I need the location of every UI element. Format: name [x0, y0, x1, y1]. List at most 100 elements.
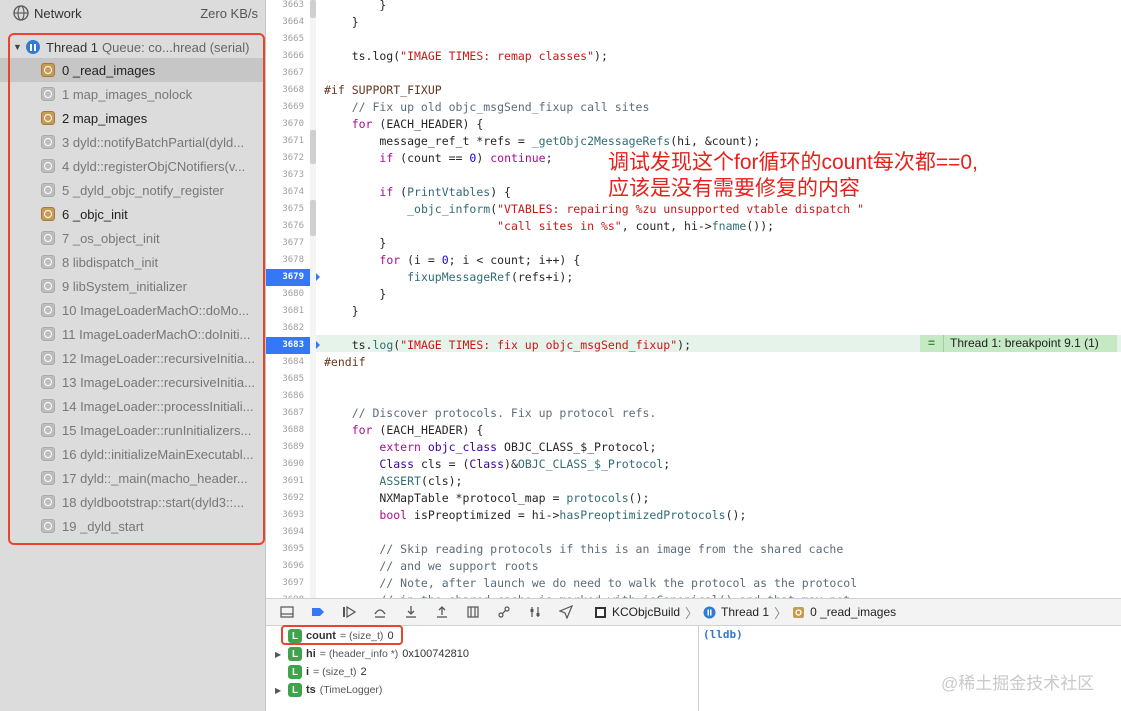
line-number[interactable]: 3685: [266, 371, 304, 388]
code-line[interactable]: }: [324, 0, 386, 14]
line-number-gutter[interactable]: 3663 3664 3665 3666 3667 3668 3669 3670 3671 3672…: [266, 0, 320, 598]
line-number[interactable]: 3667: [266, 65, 304, 82]
view-hierarchy-button[interactable]: [462, 603, 484, 621]
line-number[interactable]: 3695: [266, 541, 304, 558]
code-line[interactable]: extern objc_class OBJC_CLASS_$_Protocol;: [324, 439, 656, 456]
line-number[interactable]: 3666: [266, 48, 304, 65]
line-number[interactable]: 3688: [266, 422, 304, 439]
breakpoint-line-number[interactable]: 3679: [266, 269, 320, 286]
code-line[interactable]: for (EACH_HEADER) {: [324, 422, 484, 439]
code-line[interactable]: NXMapTable *protocol_map = protocols();: [324, 490, 649, 507]
line-number[interactable]: 3664: [266, 14, 304, 31]
code-token: "IMAGE TIMES: fix up objc_msgSend_fixup": [400, 338, 678, 352]
line-number[interactable]: 3682: [266, 320, 304, 337]
code-line[interactable]: }: [324, 286, 386, 303]
code-token: ();: [628, 491, 650, 505]
line-number[interactable]: 3668: [266, 82, 304, 99]
line-number[interactable]: 3675: [266, 201, 304, 218]
code-line[interactable]: if (PrintVtables) {: [324, 184, 511, 201]
line-number[interactable]: 3673: [266, 167, 304, 184]
disclosure-triangle-icon[interactable]: ▶: [275, 686, 285, 695]
code-line[interactable]: ts.log("IMAGE TIMES: remap classes");: [324, 48, 608, 65]
code-token: for: [351, 423, 373, 437]
line-number[interactable]: 3686: [266, 388, 304, 405]
code-token: }: [324, 236, 387, 250]
breadcrumb-project[interactable]: KCObjcBuild: [612, 605, 680, 619]
location-arrow-icon: [559, 605, 573, 619]
step-out-button[interactable]: [431, 603, 453, 621]
line-number[interactable]: 3692: [266, 490, 304, 507]
line-number[interactable]: 3693: [266, 507, 304, 524]
code-line[interactable]: }: [324, 303, 359, 320]
source-editor[interactable]: 3663 3664 3665 3666 3667 3668 3669 3670 3671 3672…: [266, 0, 1121, 598]
line-number[interactable]: 3697: [266, 575, 304, 592]
line-number[interactable]: 3670: [266, 116, 304, 133]
memory-graph-button[interactable]: [493, 603, 515, 621]
code-line[interactable]: #if SUPPORT_FIXUP: [324, 82, 442, 99]
code-line[interactable]: message_ref_t *refs = _getObjc2MessageRe…: [324, 133, 760, 150]
line-number[interactable]: 3694: [266, 524, 304, 541]
variable-type: = (header_info *): [319, 648, 399, 660]
line-number[interactable]: 3689: [266, 439, 304, 456]
code-line[interactable]: }: [324, 235, 386, 252]
line-number[interactable]: 3696: [266, 558, 304, 575]
code-line[interactable]: for (i = 0; i < count; i++) {: [324, 252, 580, 269]
step-over-button[interactable]: [369, 603, 391, 621]
code-line[interactable]: bool isPreoptimized = hi->hasPreoptimize…: [324, 507, 746, 524]
variable-value: 0x100742810: [402, 648, 469, 660]
line-number[interactable]: 3677: [266, 235, 304, 252]
line-number[interactable]: 3681: [266, 303, 304, 320]
variable-name: hi: [306, 648, 316, 660]
environment-overrides-button[interactable]: [524, 603, 546, 621]
code-token: )&: [504, 457, 518, 471]
code-line[interactable]: }: [324, 14, 359, 31]
code-line[interactable]: fixupMessageRef(refs+i);: [324, 269, 573, 286]
step-into-icon: [406, 606, 416, 618]
step-into-button[interactable]: [400, 603, 422, 621]
code-token: protocols: [566, 491, 629, 505]
code-token: _getObjc2MessageRefs: [531, 134, 671, 148]
code-line[interactable]: // Fix up old objc_msgSend_fixup call si…: [324, 99, 650, 116]
code-line[interactable]: Class cls = (Class)&OBJC_CLASS_$_Protoco…: [324, 456, 670, 473]
line-number[interactable]: 3665: [266, 31, 304, 48]
variable-row[interactable]: ▶ Lhi = (header_info *) 0x100742810: [266, 645, 469, 663]
code-line[interactable]: #endif: [324, 354, 366, 371]
code-line[interactable]: ASSERT(cls);: [324, 473, 462, 490]
code-line[interactable]: // Skip reading protocols if this is an …: [324, 541, 843, 558]
simulate-location-button[interactable]: [555, 603, 577, 621]
disclosure-triangle-icon[interactable]: ▶: [275, 650, 285, 659]
code-line[interactable]: ts.log("IMAGE TIMES: fix up objc_msgSend…: [324, 337, 691, 354]
line-number[interactable]: 3672: [266, 150, 304, 167]
line-number[interactable]: 3674: [266, 184, 304, 201]
breadcrumb: KCObjcBuild 〉 Thread 1 〉 0 _read_images: [594, 603, 896, 622]
network-gauge-row[interactable]: Network Zero KB/s: [0, 0, 266, 26]
code-line[interactable]: for (EACH_HEADER) {: [324, 116, 484, 133]
line-number[interactable]: 3671: [266, 133, 304, 150]
line-number[interactable]: 3687: [266, 405, 304, 422]
line-number[interactable]: 3680: [266, 286, 304, 303]
hide-debug-area-button[interactable]: [276, 603, 298, 621]
code-line[interactable]: if (count == 0) continue;: [324, 150, 552, 167]
line-number[interactable]: 3684: [266, 354, 304, 371]
code-line[interactable]: _objc_inform("VTABLES: repairing %zu uns…: [324, 201, 864, 218]
breakpoints-toggle-button[interactable]: [307, 603, 329, 621]
line-number[interactable]: 3678: [266, 252, 304, 269]
breakpoint-line-number[interactable]: 3683: [266, 337, 320, 354]
line-number[interactable]: 3676: [266, 218, 304, 235]
line-number[interactable]: 3669: [266, 99, 304, 116]
line-number[interactable]: 3691: [266, 473, 304, 490]
code-line[interactable]: // Note, after launch we do need to walk…: [324, 575, 857, 592]
breadcrumb-frame[interactable]: 0 _read_images: [810, 605, 896, 619]
breadcrumb-thread[interactable]: Thread 1: [721, 605, 769, 619]
line-number[interactable]: 3663: [266, 0, 304, 14]
variable-row[interactable]: ▶ Lts (TimeLogger): [266, 681, 386, 699]
code-line[interactable]: // and we support roots: [324, 558, 538, 575]
debug-bar: KCObjcBuild 〉 Thread 1 〉 0 _read_images: [266, 598, 1121, 626]
variable-row[interactable]: Li = (size_t) 2: [266, 663, 367, 681]
line-number[interactable]: 3690: [266, 456, 304, 473]
breakpoint-badge[interactable]: = Thread 1: breakpoint 9.1 (1): [920, 335, 1117, 352]
continue-button[interactable]: [338, 603, 360, 621]
code-line[interactable]: // Discover protocols. Fix up protocol r…: [324, 405, 657, 422]
code-line[interactable]: "call sites in %s", count, hi->fname());: [324, 218, 774, 235]
